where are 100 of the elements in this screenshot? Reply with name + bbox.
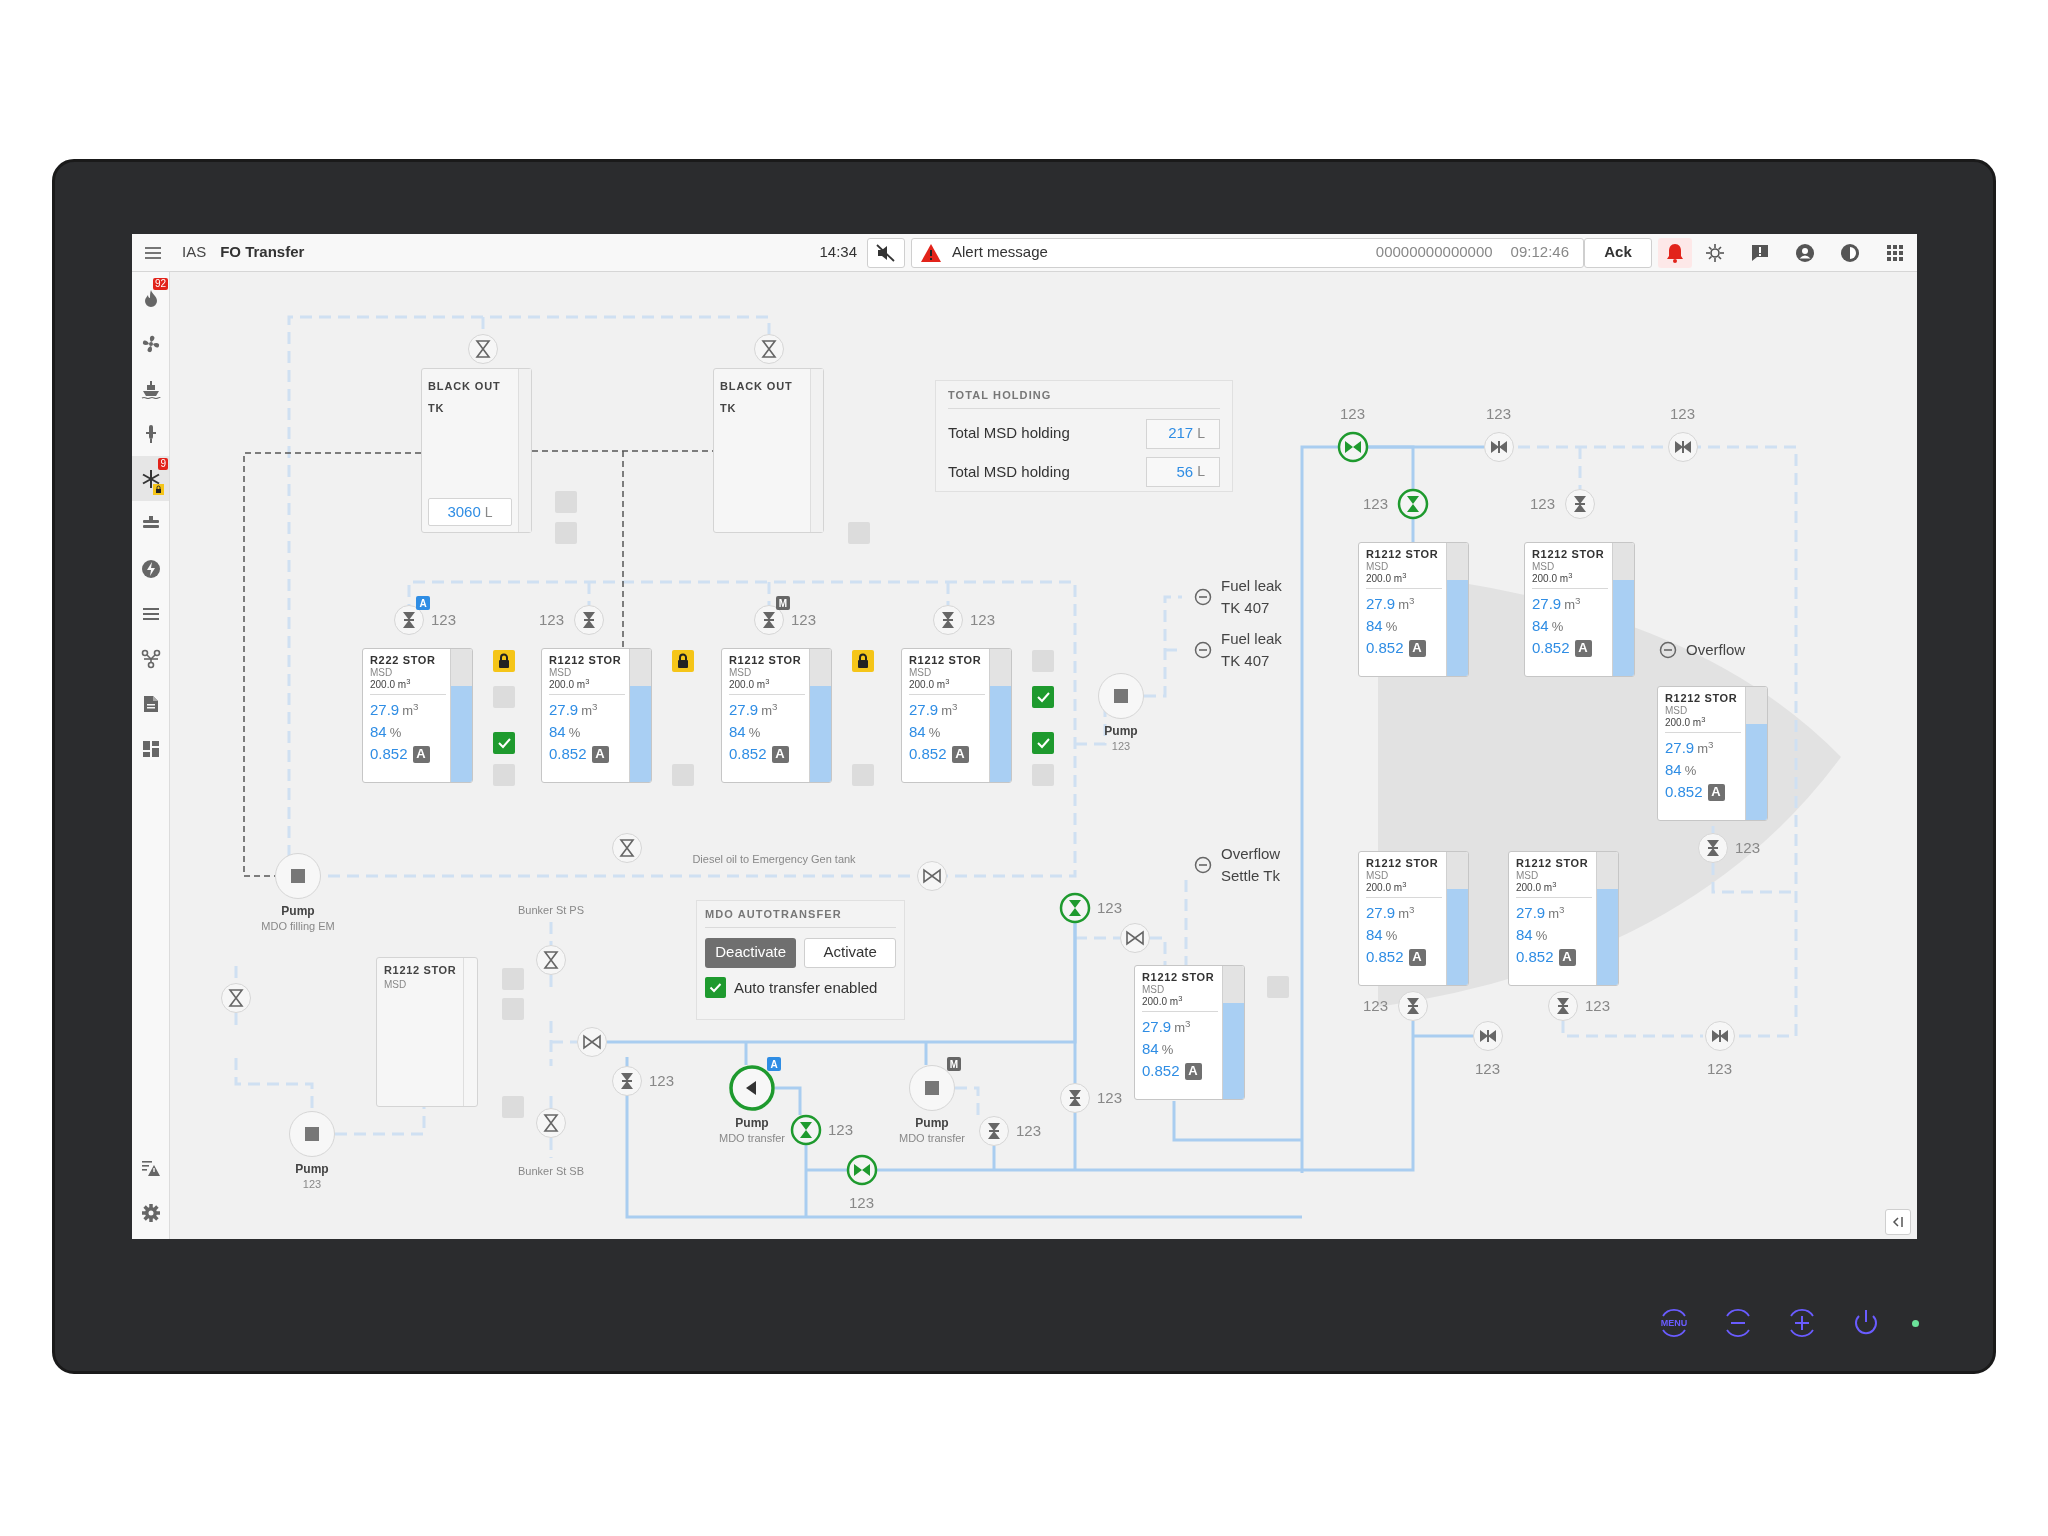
valve-label: 123 [1363, 495, 1389, 513]
tank-capacity: 200.0 m$^{3}$ [1516, 881, 1592, 898]
menu-hardware-button[interactable]: MENU [1656, 1305, 1692, 1341]
alert-bar[interactable]: Alert message 00000000000000 09:12:46 [911, 237, 1584, 268]
ship-icon [140, 380, 161, 399]
collapse-button[interactable] [1885, 1209, 1911, 1235]
bolt-icon [141, 559, 160, 578]
line-label: Diesel oil to Emergency Gen tank [692, 852, 856, 866]
valve-label: 123 [1016, 1122, 1042, 1140]
checkbox[interactable] [493, 732, 515, 754]
tank-medium: MSD [549, 667, 573, 678]
percent-unit: % [1161, 1041, 1174, 1059]
valve-button[interactable] [1337, 431, 1369, 463]
count-badge: 92 [152, 278, 168, 290]
dashboard-icon [142, 740, 159, 757]
tank-percent: 84 [909, 722, 926, 742]
tank-medium: MSD [909, 667, 933, 678]
percent-unit: % [1385, 927, 1398, 945]
tank-volume: 27.9 [909, 700, 939, 720]
count-badge: 9 [158, 458, 168, 470]
tank-density: 0.852 [370, 743, 408, 764]
alarm-label: Fuel leak TK 407 [1221, 576, 1283, 618]
tank-name: R1212 STOR [1142, 971, 1216, 984]
valve-label: 123 [1363, 997, 1389, 1015]
snowflake-icon [141, 468, 160, 489]
pump-name: Pump [295, 1162, 329, 1177]
valve-label: 123 [849, 1194, 875, 1212]
toggle-button[interactable]: Deactivate [705, 937, 797, 968]
app-name: IAS [182, 242, 207, 263]
field-value: 56 [1176, 461, 1194, 482]
probe-icon [145, 424, 156, 443]
volume-unit: m$^{3}$ [1398, 595, 1415, 614]
alarm-label: Fuel leak TK 407 [1221, 629, 1283, 671]
tank-medium: MSD [1366, 870, 1390, 881]
ack-button[interactable]: Ack [1584, 237, 1652, 268]
volume-unit: m$^{3}$ [1564, 595, 1581, 614]
tank-capacity: 200.0 m$^{3}$ [1366, 572, 1442, 589]
tank-medium: MSD [1665, 705, 1689, 716]
tank-name: R1212 STOR [1366, 548, 1440, 561]
tank-percent: 84 [1516, 925, 1533, 945]
valve-label: 123 [1735, 839, 1761, 857]
tank-medium: MSD [370, 667, 394, 678]
tank-volume: 27.9 [1665, 738, 1695, 758]
mode-badge: A [1408, 948, 1426, 966]
tank-percent: 84 [1366, 616, 1383, 636]
tank-volume: 27.9 [1366, 594, 1396, 614]
valve-button[interactable] [790, 1114, 822, 1146]
warning-icon [921, 243, 941, 262]
valve-label: 123 [1670, 405, 1696, 423]
field-unit: L [1197, 462, 1205, 482]
valve-button[interactable] [1059, 892, 1091, 924]
field-unit: L [1197, 424, 1205, 444]
alert-code: 00000000000000 [1375, 242, 1493, 263]
collapse-icon [1892, 1216, 1903, 1228]
checkbox[interactable] [705, 977, 726, 999]
pump-description: MDO filling EM [261, 919, 335, 933]
valve-label: 123 [828, 1121, 854, 1139]
tank-name: R1212 STOR [909, 654, 983, 667]
valve-label: 123 [1707, 1060, 1733, 1078]
valve-label: 123 [1097, 1089, 1123, 1107]
sidebar-item[interactable]: 9 [132, 456, 169, 501]
mode-badge: A [1574, 639, 1592, 657]
line-label: Bunker St SB [518, 1164, 584, 1178]
percent-unit: % [568, 724, 581, 742]
message-alert-icon [1751, 244, 1768, 261]
toggle-button[interactable]: Activate [804, 937, 896, 968]
volume-unit: m$^{3}$ [1697, 739, 1714, 758]
tank-medium: MSD [729, 667, 753, 678]
valve-label: 123 [791, 611, 817, 629]
tank-medium: MSD [1532, 561, 1556, 572]
mode-badge: A [771, 745, 789, 763]
alarm-bell-button[interactable] [1658, 237, 1692, 268]
alert-message: Alert message [952, 242, 1048, 263]
pump-name: Pump [1104, 724, 1138, 739]
bell-icon [1667, 243, 1683, 263]
valve-button[interactable] [846, 1154, 878, 1186]
tank-medium: MSD [384, 978, 408, 992]
checkbox[interactable] [1032, 732, 1054, 754]
tank-name: BLACK OUT TK [720, 379, 794, 416]
checkbox[interactable] [1032, 686, 1054, 708]
tank-volume: 27.9 [729, 700, 759, 720]
tank-medium: MSD [1366, 561, 1390, 572]
tank-name: R1212 STOR [384, 964, 457, 977]
mute-button[interactable] [867, 237, 905, 268]
valve-label: 123 [431, 611, 457, 629]
mode-badge: M [947, 1057, 961, 1071]
minus-circle-icon [1194, 856, 1212, 874]
valve-label: 123 [1340, 405, 1366, 423]
valve-button[interactable] [1397, 488, 1429, 520]
tank-density: 0.852 [1665, 781, 1703, 802]
tank-percent: 84 [1532, 616, 1549, 636]
pump-description: MDO transfer [899, 1131, 965, 1145]
tank-capacity: 200.0 m$^{3}$ [1532, 572, 1608, 589]
tank-capacity: 200.0 m$^{3}$ [909, 678, 985, 695]
line-label: Bunker St PS [518, 903, 584, 917]
tank-volume: 27.9 [1366, 903, 1396, 923]
percent-unit: % [1684, 762, 1697, 780]
tank-name: R1212 STOR [729, 654, 803, 667]
sidebar-item[interactable]: 92 [132, 276, 169, 321]
panel-title: TOTAL HOLDING [948, 387, 1220, 409]
